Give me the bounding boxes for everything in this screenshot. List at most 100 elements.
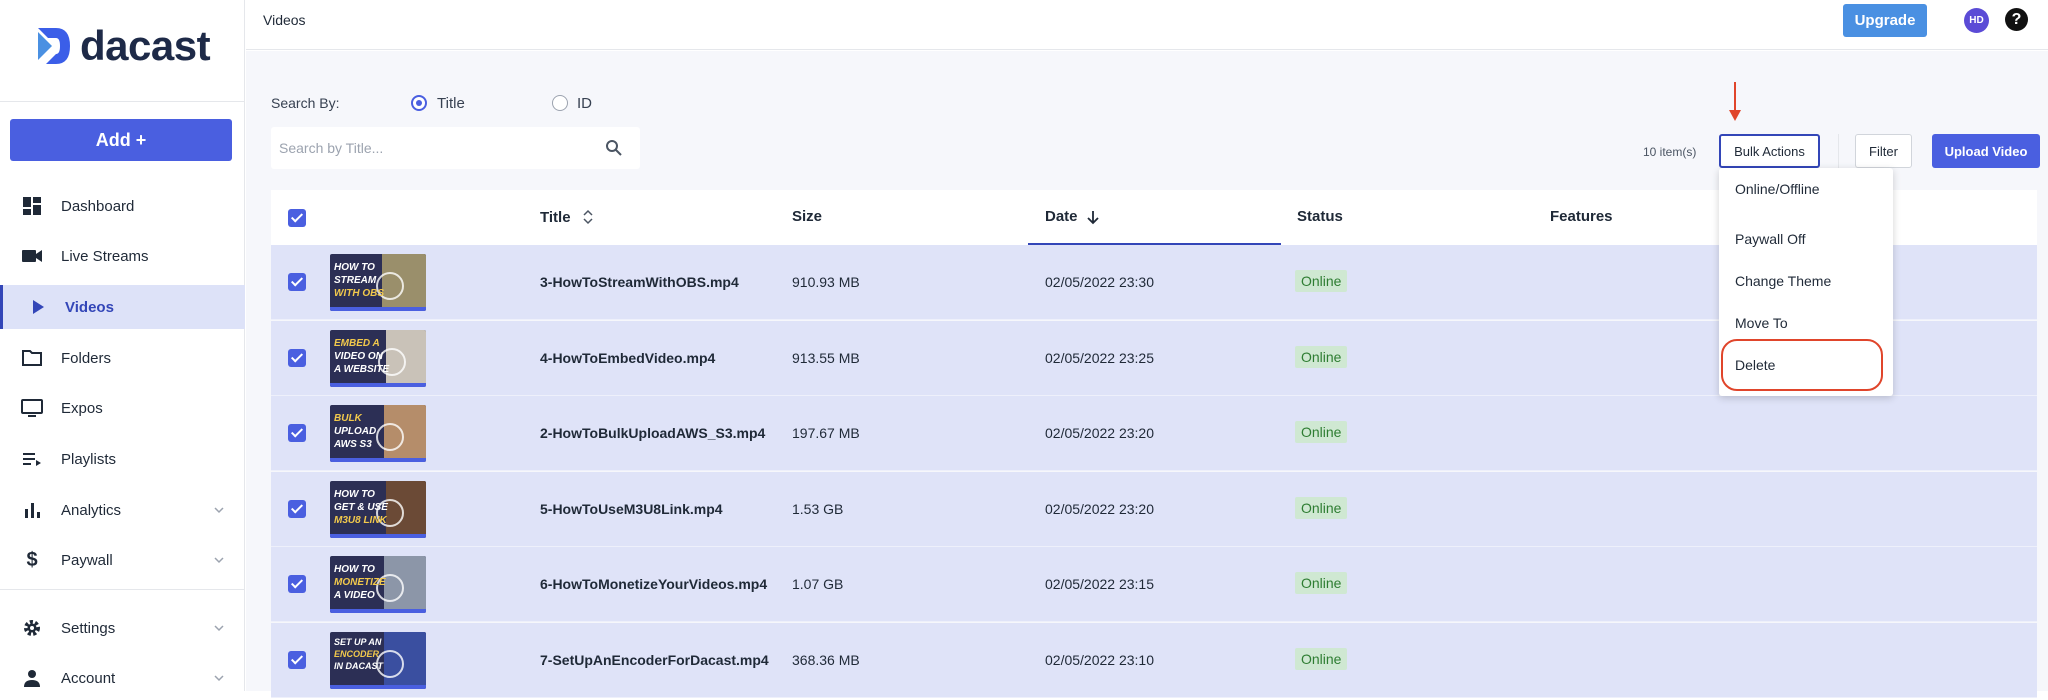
thumbnail-image: BULK UPLOAD AWS S3 [330, 405, 426, 462]
bulk-actions-button[interactable]: Bulk Actions [1719, 134, 1820, 168]
dashboard-icon [20, 194, 44, 218]
video-size: 913.55 MB [792, 350, 860, 366]
search-box [271, 127, 640, 169]
row-checkbox[interactable] [288, 575, 306, 593]
sidebar-item-videos[interactable]: Videos [0, 285, 245, 329]
column-size[interactable]: Size [792, 208, 822, 225]
search-input[interactable] [271, 127, 591, 169]
playlist-icon [20, 447, 44, 471]
page-title: Videos [263, 12, 306, 28]
video-size: 1.07 GB [792, 576, 844, 592]
thumbnail-image: SET UP AN ENCODER IN DACAST [330, 632, 426, 689]
dacast-logo[interactable]: dacast [36, 24, 211, 68]
sidebar-item-label: Settings [61, 619, 116, 637]
status-badge: Online [1295, 346, 1348, 368]
video-title[interactable]: 3-HowToStreamWithOBS.mp4 [540, 274, 739, 290]
svg-text:A VIDEO: A VIDEO [333, 590, 375, 601]
play-icon [26, 295, 50, 319]
column-date[interactable]: Date [1045, 208, 1100, 225]
video-thumbnail[interactable]: HOW TO MONETIZE A VIDEO [330, 556, 426, 613]
sidebar-item-label: Expos [61, 399, 103, 417]
video-camera-icon [20, 244, 44, 268]
search-icon[interactable] [605, 139, 623, 157]
person-icon [20, 666, 44, 690]
video-title[interactable]: 5-HowToUseM3U8Link.mp4 [540, 501, 723, 517]
upload-video-button[interactable]: Upload Video [1932, 134, 2040, 168]
video-size: 1.53 GB [792, 501, 844, 517]
sidebar-item-folders[interactable]: Folders [0, 336, 245, 380]
chevron-down-icon [214, 557, 224, 564]
video-title[interactable]: 7-SetUpAnEncoderForDacast.mp4 [540, 652, 769, 668]
video-date: 02/05/2022 23:10 [1045, 652, 1154, 668]
svg-text:HOW TO: HOW TO [334, 489, 375, 500]
sidebar-item-expos[interactable]: Expos [0, 386, 245, 430]
row-checkbox[interactable] [288, 424, 306, 442]
sidebar-item-settings[interactable]: Settings [0, 606, 245, 650]
item-count: 10 item(s) [1643, 145, 1697, 159]
video-title[interactable]: 6-HowToMonetizeYourVideos.mp4 [540, 576, 767, 592]
gear-icon [20, 616, 44, 640]
sidebar-item-playlists[interactable]: Playlists [0, 437, 245, 481]
menu-item-online-offline[interactable]: Online/Offline [1735, 181, 1820, 197]
avatar[interactable]: HD [1964, 8, 1989, 33]
radio-title[interactable] [411, 95, 427, 111]
annotation-arrow-icon [1729, 82, 1741, 121]
video-date: 02/05/2022 23:20 [1045, 425, 1154, 441]
svg-text:HOW TO: HOW TO [334, 262, 375, 273]
svg-text:EMBED A: EMBED A [334, 338, 380, 349]
sidebar-item-live-streams[interactable]: Live Streams [0, 234, 245, 278]
menu-item-move-to[interactable]: Move To [1735, 315, 1788, 331]
dacast-logo-mark-icon [38, 28, 70, 64]
column-title[interactable]: Title [540, 208, 595, 226]
table-row[interactable]: BULK UPLOAD AWS S3 2-HowToBulkUploadAWS_… [271, 396, 2037, 471]
table-row[interactable]: SET UP AN ENCODER IN DACAST 7-SetUpAnEnc… [271, 623, 2037, 698]
folder-icon [20, 346, 44, 370]
video-title[interactable]: 4-HowToEmbedVideo.mp4 [540, 350, 715, 366]
status-badge: Online [1295, 497, 1348, 519]
column-status[interactable]: Status [1297, 208, 1343, 225]
video-thumbnail[interactable]: EMBED A VIDEO ON A WEBSITE [330, 330, 426, 387]
sidebar-item-analytics[interactable]: Analytics [0, 488, 245, 532]
video-thumbnail[interactable]: BULK UPLOAD AWS S3 [330, 405, 426, 462]
select-all-checkbox[interactable] [288, 209, 306, 227]
svg-text:WITH OBS: WITH OBS [334, 288, 384, 299]
row-checkbox[interactable] [288, 349, 306, 367]
svg-text:ENCODER: ENCODER [334, 649, 380, 659]
sidebar-item-account[interactable]: Account [0, 656, 245, 700]
radio-id[interactable] [552, 95, 568, 111]
row-checkbox[interactable] [288, 500, 306, 518]
video-size: 910.93 MB [792, 274, 860, 290]
sidebar-item-dashboard[interactable]: Dashboard [0, 184, 245, 228]
video-date: 02/05/2022 23:15 [1045, 576, 1154, 592]
video-thumbnail[interactable]: HOW TO GET & USE M3U8 LINK [330, 481, 426, 538]
status-badge: Online [1295, 648, 1348, 670]
sidebar: dacast Add + Dashboard Live Streams Vide… [0, 0, 245, 691]
status-badge: Online [1295, 572, 1348, 594]
svg-text:HOW TO: HOW TO [334, 564, 375, 575]
table-row[interactable]: HOW TO GET & USE M3U8 LINK 5-HowToUseM3U… [271, 472, 2037, 547]
video-thumbnail[interactable]: SET UP AN ENCODER IN DACAST [330, 632, 426, 689]
menu-item-change-theme[interactable]: Change Theme [1735, 273, 1831, 289]
svg-text:GET & USE: GET & USE [334, 502, 388, 513]
svg-text:SET UP AN: SET UP AN [334, 637, 382, 647]
thumbnail-image: HOW TO MONETIZE A VIDEO [330, 556, 426, 613]
row-checkbox[interactable] [288, 651, 306, 669]
add-button[interactable]: Add + [10, 119, 232, 161]
radio-id-label: ID [577, 95, 592, 112]
monitor-icon [20, 396, 44, 420]
video-title[interactable]: 2-HowToBulkUploadAWS_S3.mp4 [540, 425, 765, 441]
sidebar-item-label: Playlists [61, 450, 117, 468]
svg-text:MONETIZE: MONETIZE [334, 577, 386, 588]
menu-item-paywall-off[interactable]: Paywall Off [1735, 231, 1806, 247]
video-date: 02/05/2022 23:25 [1045, 350, 1154, 366]
sidebar-divider [0, 101, 245, 102]
help-icon[interactable]: ? [2005, 8, 2028, 31]
table-row[interactable]: HOW TO MONETIZE A VIDEO 6-HowToMonetizeY… [271, 547, 2037, 622]
upgrade-button[interactable]: Upgrade [1843, 4, 1927, 37]
search-by-label: Search By: [271, 95, 340, 111]
filter-button[interactable]: Filter [1855, 134, 1912, 168]
sidebar-item-paywall[interactable]: $ Paywall [0, 538, 245, 582]
row-checkbox[interactable] [288, 273, 306, 291]
video-thumbnail[interactable]: HOW TO STREAM WITH OBS [330, 254, 426, 311]
sidebar-item-label: Live Streams [61, 247, 149, 265]
